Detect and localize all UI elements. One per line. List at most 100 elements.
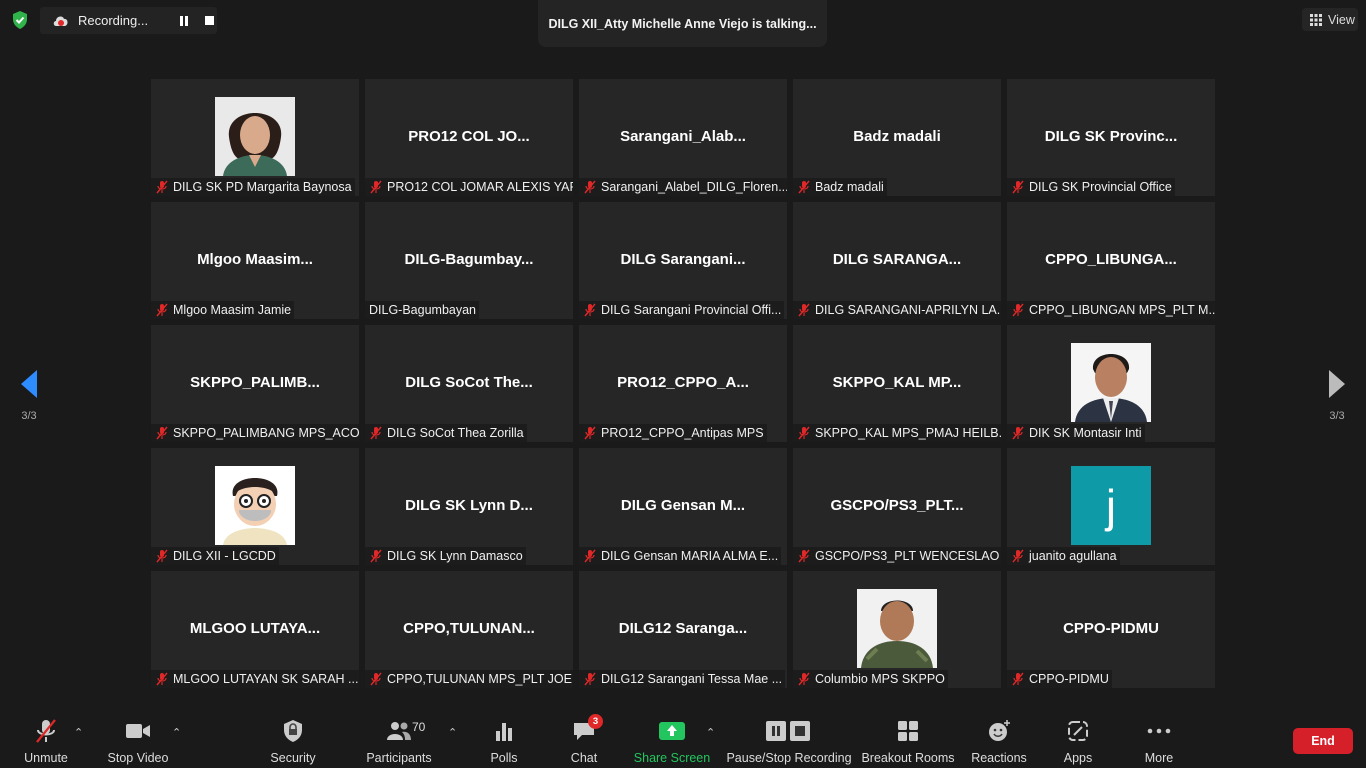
participant-display-name: DILG SK Provinc... (1044, 128, 1178, 145)
participant-name: DILG Gensan MARIA ALMA E... (601, 549, 779, 563)
participant-display-name: MLGOO LUTAYA... (189, 620, 321, 637)
participant-tile[interactable]: Columbio MPS SKPPO (793, 571, 1001, 688)
muted-mic-icon (798, 672, 810, 686)
participant-display-name: CPPO_LIBUNGA... (1045, 251, 1177, 268)
participant-tile[interactable]: DILG Gensan M... DILG Gensan MARIA ALMA E… (579, 448, 787, 565)
participant-name-label: MLGOO LUTAYAN SK SARAH ... (151, 670, 359, 688)
participant-name-label: DILG Sarangani Provincial Offi... (579, 301, 785, 319)
security-shield-icon[interactable] (10, 10, 30, 30)
smiley-reaction-icon (987, 718, 1011, 744)
breakout-rooms-button[interactable]: Breakout Rooms (861, 718, 955, 768)
security-label: Security (270, 751, 316, 765)
participant-tile[interactable]: MLGOO LUTAYA... MLGOO LUTAYAN SK SARAH ..… (151, 571, 359, 688)
participant-name: DILG XII - LGCDD (173, 549, 276, 563)
participant-tile[interactable]: Mlgoo Maasim... Mlgoo Maasim Jamie (151, 202, 359, 319)
muted-mic-icon (370, 426, 382, 440)
video-options-chevron-icon[interactable]: ⌃ (172, 726, 181, 739)
pause-stop-recording-button[interactable]: Pause/Stop Recording (726, 718, 852, 768)
participant-name: DILG SK Provincial Office (1029, 180, 1172, 194)
muted-mic-icon (798, 426, 810, 440)
muted-mic-icon (1012, 672, 1024, 686)
participant-display-name: DILG Gensan M... (620, 497, 746, 514)
participant-name-label: DILG SK Provincial Office (1007, 178, 1175, 196)
end-meeting-button[interactable]: End (1293, 728, 1353, 754)
participant-tile[interactable]: SKPPO_KAL MP... SKPPO_KAL MPS_PMAJ HEILB.… (793, 325, 1001, 442)
participant-tile[interactable]: CPPO,TULUNAN... CPPO,TULUNAN MPS_PLT JOE.… (365, 571, 573, 688)
participant-tile[interactable]: DILG SK Lynn D... DILG SK Lynn Damasco (365, 448, 573, 565)
participant-name: DIK SK Montasir Inti (1029, 426, 1142, 440)
participant-name-label: DILG SoCot Thea Zorilla (365, 424, 527, 442)
participant-name: PRO12_CPPO_Antipas MPS (601, 426, 764, 440)
reactions-button[interactable]: Reactions (970, 718, 1028, 768)
participant-tile[interactable]: DILG SoCot The... DILG SoCot Thea Zorilla (365, 325, 573, 442)
participant-tile[interactable]: DILG SK Provinc... DILG SK Provincial Off… (1007, 79, 1215, 196)
unmute-button[interactable]: Unmute (20, 718, 72, 768)
participant-tile[interactable]: SKPPO_PALIMB... SKPPO_PALIMBANG MPS_ACO..… (151, 325, 359, 442)
participant-name-label: CPPO-PIDMU (1007, 670, 1112, 688)
participant-display-name: Sarangani_Alab... (620, 128, 746, 145)
more-button[interactable]: More (1140, 718, 1178, 768)
participant-tile[interactable]: j juanito agullana (1007, 448, 1215, 565)
participant-name: CPPO-PIDMU (1029, 672, 1109, 686)
muted-mic-icon (798, 549, 810, 563)
muted-mic-icon (584, 549, 596, 563)
participant-name: DILG SK Lynn Damasco (387, 549, 523, 563)
participant-tile[interactable]: DILG XII - LGCDD (151, 448, 359, 565)
audio-options-chevron-icon[interactable]: ⌃ (74, 726, 83, 739)
participants-button[interactable]: 70 Participants (366, 718, 432, 768)
share-screen-button[interactable]: Share Screen (634, 718, 710, 768)
participants-options-chevron-icon[interactable]: ⌃ (448, 726, 457, 739)
muted-mic-icon (1012, 303, 1024, 317)
muted-mic-icon (798, 180, 810, 194)
next-page-button[interactable]: 3/3 (1308, 345, 1366, 425)
breakout-rooms-label: Breakout Rooms (861, 751, 955, 765)
participant-name: DILG Sarangani Provincial Offi... (601, 303, 782, 317)
participant-name: Sarangani_Alabel_DILG_Floren... (601, 180, 787, 194)
participant-tile[interactable]: PRO12 COL JO... PRO12 COL JOMAR ALEXIS YA… (365, 79, 573, 196)
participant-tile[interactable]: CPPO_LIBUNGA... CPPO_LIBUNGAN MPS_PLT M..… (1007, 202, 1215, 319)
participant-tile[interactable]: DILG SARANGA... DILG SARANGANI-APRILYN LA… (793, 202, 1001, 319)
stop-video-button[interactable]: Stop Video (106, 718, 170, 768)
muted-mic-icon (1012, 180, 1024, 194)
participant-tile[interactable]: DILG SK PD Margarita Baynosa (151, 79, 359, 196)
participant-name-label: Badz madali (793, 178, 887, 196)
active-speaker-banner: DILG XII_Atty Michelle Anne Viejo is tal… (538, 0, 827, 47)
participant-tile[interactable]: DILG12 Saranga... DILG12 Sarangani Tessa … (579, 571, 787, 688)
more-dots-icon (1147, 718, 1171, 744)
recording-indicator: Recording... (40, 7, 217, 34)
apps-label: Apps (1063, 751, 1093, 765)
participant-name: Badz madali (815, 180, 884, 194)
top-bar: Recording... DILG XII_Atty Michelle Anne… (0, 0, 1366, 48)
participant-tile[interactable]: DIK SK Montasir Inti (1007, 325, 1215, 442)
participant-tile[interactable]: GSCPO/PS3_PLT... GSCPO/PS3_PLT WENCESLAO … (793, 448, 1001, 565)
unmute-label: Unmute (24, 751, 68, 765)
pause-recording-icon[interactable] (178, 15, 190, 27)
chat-button[interactable]: 3 Chat (568, 714, 603, 768)
participant-display-name: CPPO-PIDMU (1063, 620, 1159, 637)
previous-page-button[interactable]: 3/3 (0, 345, 58, 425)
participant-tile[interactable]: DILG Sarangani... DILG Sarangani Provinci… (579, 202, 787, 319)
participant-tile[interactable]: CPPO-PIDMU CPPO-PIDMU (1007, 571, 1215, 688)
participant-avatar (215, 97, 295, 176)
participant-name: Mlgoo Maasim Jamie (173, 303, 292, 317)
muted-microphone-icon (33, 718, 59, 744)
participant-name-label: DILG Gensan MARIA ALMA E... (579, 547, 782, 565)
security-button[interactable]: Security (268, 718, 318, 768)
participant-tile[interactable]: Sarangani_Alab... Sarangani_Alabel_DILG_F… (579, 79, 787, 196)
participant-tile[interactable]: PRO12_CPPO_A... PRO12_CPPO_Antipas MPS (579, 325, 787, 442)
participants-icon: 70 (386, 718, 425, 744)
participant-name-label: DILG SK PD Margarita Baynosa (151, 178, 355, 196)
participant-tile[interactable]: DILG-Bagumbay... DILG-Bagumbayan (365, 202, 573, 319)
participant-tile[interactable]: Badz madali Badz madali (793, 79, 1001, 196)
participant-name: CPPO_LIBUNGAN MPS_PLT M... (1029, 303, 1215, 317)
polls-button[interactable]: Polls (486, 718, 522, 768)
stop-recording-icon[interactable] (204, 15, 216, 27)
muted-mic-icon (584, 426, 596, 440)
view-button[interactable]: View (1302, 8, 1358, 31)
apps-button[interactable]: Apps (1062, 718, 1094, 768)
video-camera-icon (125, 718, 151, 744)
share-screen-arrow-icon (659, 718, 685, 744)
share-options-chevron-icon[interactable]: ⌃ (706, 726, 715, 739)
participant-name-label: DILG-Bagumbayan (365, 301, 480, 319)
participant-name: juanito agullana (1029, 549, 1117, 563)
